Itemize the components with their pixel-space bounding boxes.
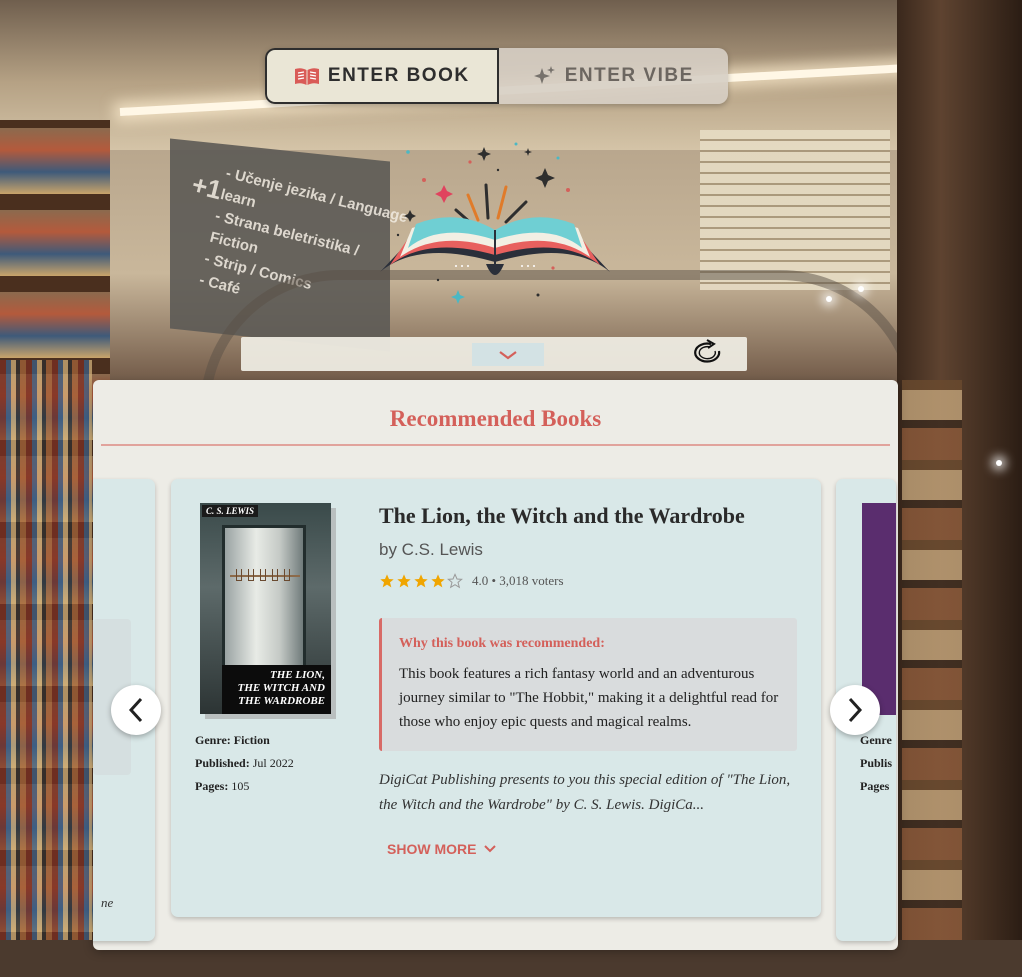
- reason-heading: Why this book was recommended:: [399, 636, 605, 651]
- book-stacks: [700, 130, 890, 290]
- candle-light: [858, 286, 864, 292]
- star-full-icon: [380, 574, 394, 588]
- recommendations-panel: Recommended Books ne C. S. LEWIS THE LIO…: [93, 380, 898, 950]
- title-divider: [101, 444, 890, 446]
- rating: 4.0 • 3,018 voters: [379, 573, 564, 589]
- enter-book-label: ENTER BOOK: [327, 65, 470, 86]
- book-author: by C.S. Lewis: [379, 540, 483, 559]
- published-row: Published: Jul 2022: [195, 752, 294, 775]
- next-book-meta: Genre Publis Pages: [860, 729, 892, 798]
- cover-hanger: [236, 569, 242, 581]
- chevron-down-icon: [499, 350, 517, 359]
- next-book-cover: [862, 503, 896, 715]
- show-more-label: SHOW MORE: [387, 841, 477, 857]
- published-value: Jul 2022: [252, 756, 294, 770]
- enter-vibe-tab[interactable]: ENTER VIBE: [498, 48, 728, 104]
- star-full-icon: [397, 574, 411, 588]
- genre-row: Genre: Fiction: [195, 729, 294, 752]
- next-pages-label: Pages: [860, 779, 890, 793]
- next-book-button[interactable]: [830, 685, 880, 735]
- mode-toggle: ENTER BOOK ENTER VIBE: [265, 48, 728, 104]
- recommendation-reason-box: Why this book was recommended: This book…: [379, 618, 797, 751]
- enter-vibe-label: ENTER VIBE: [564, 65, 694, 86]
- published-label: Published:: [195, 756, 250, 770]
- open-book-logo: [380, 142, 610, 304]
- search-collapse-bar: [241, 337, 747, 371]
- chevron-left-icon: [128, 697, 143, 723]
- cover-author: C. S. LEWIS: [202, 505, 259, 517]
- reason-text: This book features a rich fantasy world …: [399, 666, 779, 730]
- chevron-right-icon: [848, 697, 863, 723]
- book-description: DigiCat Publishing presents to you this …: [379, 772, 791, 813]
- open-book-icon: [294, 68, 319, 85]
- next-published-label: Publis: [860, 756, 893, 770]
- refresh-icon: [694, 339, 721, 363]
- cover-hanger: [272, 569, 278, 581]
- previous-card-text: ne: [101, 895, 114, 910]
- book-title: The Lion, the Witch and the Wardrobe: [379, 503, 745, 528]
- refresh-button[interactable]: [689, 339, 725, 369]
- genre-value: Fiction: [233, 733, 270, 747]
- book-meta: Genre: Fiction Published: Jul 2022 Pages…: [195, 729, 294, 798]
- light-sparkle: [996, 460, 1002, 466]
- pages-row: Pages: 105: [195, 775, 294, 798]
- previous-book-button[interactable]: [111, 685, 161, 735]
- book-card: C. S. LEWIS THE LION, THE WITCH AND THE …: [171, 479, 821, 917]
- rating-text: 4.0 • 3,018 voters: [472, 573, 564, 588]
- star-full-icon: [414, 574, 428, 588]
- star-empty-icon: [447, 573, 463, 589]
- collapse-button[interactable]: [472, 343, 544, 366]
- cover-hanger: [284, 569, 290, 581]
- sparkles-icon: [533, 66, 555, 84]
- cover-hanger: [260, 569, 266, 581]
- show-more-button[interactable]: SHOW MORE: [387, 841, 497, 857]
- panel-title: Recommended Books: [389, 406, 602, 431]
- cover-title-line: THE WITCH AND: [237, 682, 325, 694]
- sign-prefix: +1: [188, 169, 225, 206]
- cover-title: THE LION, THE WITCH AND THE WARDROBE: [222, 665, 331, 714]
- pages-value: 105: [231, 779, 250, 793]
- right-bookshelf-books: [902, 380, 962, 940]
- genre-label: Genre:: [195, 733, 231, 747]
- left-bookshelf-books: [0, 360, 92, 977]
- star-full-icon: [431, 574, 445, 588]
- candle-light: [826, 296, 832, 302]
- cover-title-line: THE WARDROBE: [238, 695, 325, 707]
- cover-hanger: [248, 569, 254, 581]
- chevron-down-icon: [484, 845, 497, 853]
- book-cover[interactable]: C. S. LEWIS THE LION, THE WITCH AND THE …: [200, 503, 331, 714]
- pages-label: Pages:: [195, 779, 229, 793]
- cover-title-line: THE LION,: [270, 669, 325, 681]
- cover-wardrobe-image: [222, 525, 306, 675]
- enter-book-tab[interactable]: ENTER BOOK: [265, 48, 499, 104]
